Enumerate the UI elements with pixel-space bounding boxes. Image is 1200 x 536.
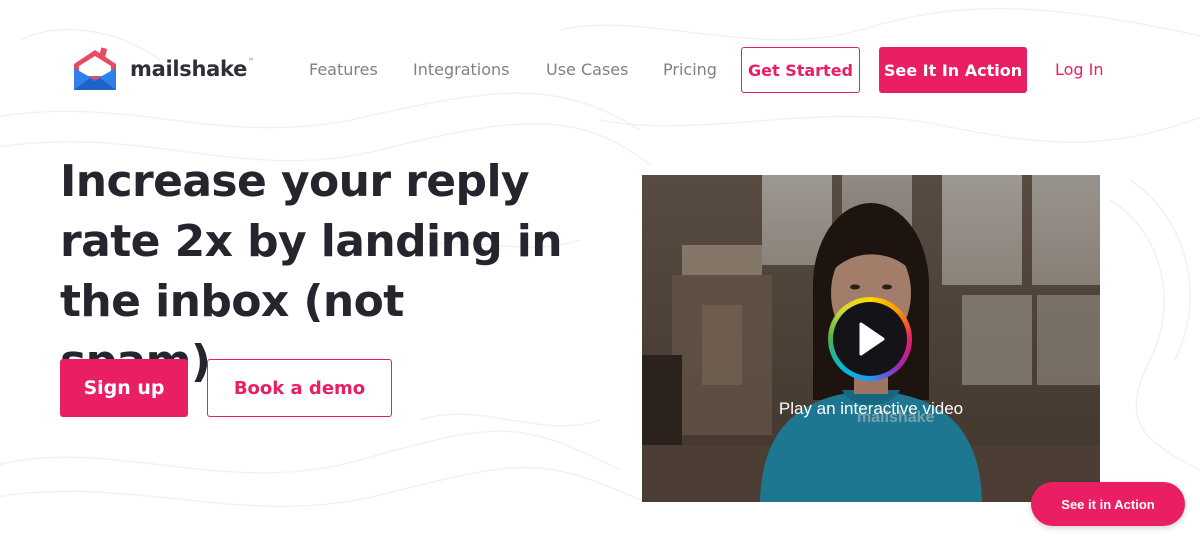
hero-headline: Increase your reply rate 2x by landing i… [60, 152, 580, 392]
floating-see-in-action-button[interactable]: See it in Action [1031, 482, 1185, 526]
nav-integrations[interactable]: Integrations [413, 60, 510, 79]
play-button[interactable] [828, 297, 912, 381]
nav-pricing[interactable]: Pricing [663, 60, 717, 79]
see-it-in-action-button[interactable]: See It In Action [879, 47, 1027, 93]
envelope-logo-icon [74, 47, 116, 90]
login-link[interactable]: Log In [1055, 60, 1104, 79]
headline-line-2: rate 2x by landing in [60, 216, 563, 267]
get-started-button[interactable]: Get Started [741, 47, 860, 93]
logo-wordmark: mailshake [130, 57, 248, 81]
headline-line-1: Increase your reply [60, 156, 530, 207]
mailshake-logo[interactable]: mailshake ™ [70, 46, 254, 92]
logo-trademark: ™ [248, 57, 255, 65]
page: mailshake ™ Features Integrations Use Ca… [0, 0, 1200, 536]
nav-features[interactable]: Features [309, 60, 378, 79]
nav-use-cases[interactable]: Use Cases [546, 60, 628, 79]
play-icon [859, 322, 885, 356]
sign-up-button[interactable]: Sign up [60, 359, 188, 417]
play-button-inner [833, 302, 907, 376]
book-demo-button[interactable]: Book a demo [207, 359, 392, 417]
video-caption[interactable]: Play an interactive video [642, 399, 1100, 419]
